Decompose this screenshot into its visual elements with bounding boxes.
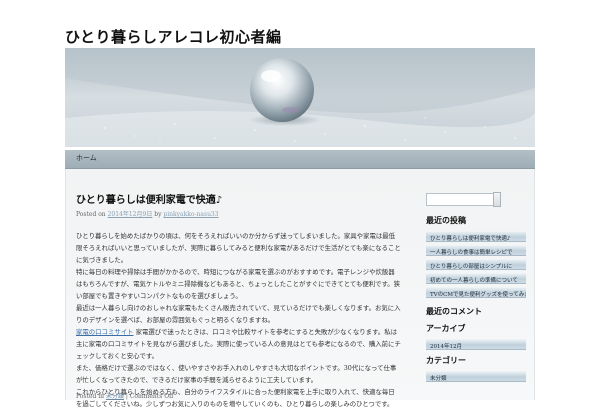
post-date-link[interactable]: 2014年12月9日 bbox=[108, 211, 153, 218]
post-body: ひとり暮らしを始めたばかりの頃は、何をそろえればいいのか分からず迷ってしまいまし… bbox=[76, 230, 401, 410]
recent-posts-widget: 最近の投稿 ひとり暮らしは便利家電で快適♪ 一人暮らしの食事は簡単レシピで ひと… bbox=[426, 215, 526, 301]
archive-item[interactable]: 2014年12月 bbox=[426, 339, 526, 350]
post-category-link[interactable]: 未分類 bbox=[106, 393, 124, 400]
recent-post-item[interactable]: ひとり暮らしの部屋はシンプルに bbox=[426, 259, 526, 270]
site-title[interactable]: ひとり暮らしアレコレ初心者編 bbox=[65, 26, 282, 47]
comments-status: Comments Off bbox=[129, 393, 174, 400]
post-paragraph: 家電の口コミサイト 家電選びで迷ったときは、口コミや比較サイトを参考にすると失敗… bbox=[76, 326, 401, 362]
content-area: ひとり暮らしは便利家電で快適♪ Posted on 2014年12月9日 by … bbox=[65, 169, 535, 408]
post-author-link[interactable]: pinkyakko-nasu33 bbox=[163, 211, 218, 218]
posted-in-label: Posted in bbox=[76, 393, 104, 400]
archives-widget: アーカイブ 2014年12月 bbox=[426, 323, 526, 353]
recent-post-item[interactable]: 一人暮らしの食事は簡単レシピで bbox=[426, 245, 526, 256]
posted-on-label: Posted on bbox=[76, 211, 106, 218]
header-image bbox=[65, 48, 535, 147]
category-item[interactable]: 未分類 bbox=[426, 371, 526, 382]
nav-item-home[interactable]: ホーム bbox=[76, 153, 97, 163]
recent-comments-widget: 最近のコメント bbox=[426, 306, 526, 317]
categories-list: 未分類 bbox=[426, 371, 526, 382]
post-paragraph: 特に毎日の料理や掃除は手間がかかるので、時短につながる家電を選ぶのがおすすめです… bbox=[76, 268, 401, 300]
footer-separator: | bbox=[125, 393, 128, 400]
post-footer: Posted in 未分類 | Comments Off bbox=[76, 391, 401, 400]
recent-post-item[interactable]: TVのCMで見た便利グッズを使ってみました♪ bbox=[426, 287, 526, 298]
recent-post-item[interactable]: 初めての一人暮らしの準備について bbox=[426, 273, 526, 284]
search-button[interactable] bbox=[493, 192, 501, 207]
recent-posts-list: ひとり暮らしは便利家電で快適♪ 一人暮らしの食事は簡単レシピで ひとり暮らしの部… bbox=[426, 231, 526, 298]
sidebar: 最近の投稿 ひとり暮らしは便利家電で快適♪ 一人暮らしの食事は簡単レシピで ひと… bbox=[426, 192, 526, 382]
main-nav: ホーム bbox=[65, 150, 535, 169]
post-paragraph: 最近は一人暮らし向けのおしゃれな家電もたくさん販売されていて、見ているだけでも楽… bbox=[76, 304, 401, 324]
water-droplet-image bbox=[65, 48, 535, 147]
recent-post-item[interactable]: ひとり暮らしは便利家電で快適♪ bbox=[426, 231, 526, 242]
post-inline-link[interactable]: 家電の口コミサイト bbox=[76, 328, 134, 336]
by-label: by bbox=[154, 211, 162, 218]
post-paragraph: ひとり暮らしを始めたばかりの頃は、何をそろえればいいのか分からず迷ってしまいまし… bbox=[76, 232, 401, 264]
recent-comments-title: 最近のコメント bbox=[426, 306, 482, 316]
search-input[interactable] bbox=[426, 193, 494, 206]
post-meta: Posted on 2014年12月9日 by pinkyakko-nasu33 bbox=[76, 209, 401, 218]
search-form bbox=[426, 192, 526, 207]
archives-title: アーカイブ bbox=[426, 323, 466, 333]
post-title[interactable]: ひとり暮らしは便利家電で快適♪ bbox=[76, 191, 401, 206]
archives-list: 2014年12月 bbox=[426, 339, 526, 350]
post: ひとり暮らしは便利家電で快適♪ Posted on 2014年12月9日 by … bbox=[76, 191, 401, 410]
categories-title: カテゴリー bbox=[426, 355, 466, 365]
recent-posts-title: 最近の投稿 bbox=[426, 215, 466, 225]
categories-widget: カテゴリー 未分類 bbox=[426, 355, 526, 385]
post-paragraph: また、価格だけで選ぶのではなく、使いやすさやお手入れのしやすさも大切なポイントで… bbox=[76, 364, 397, 384]
